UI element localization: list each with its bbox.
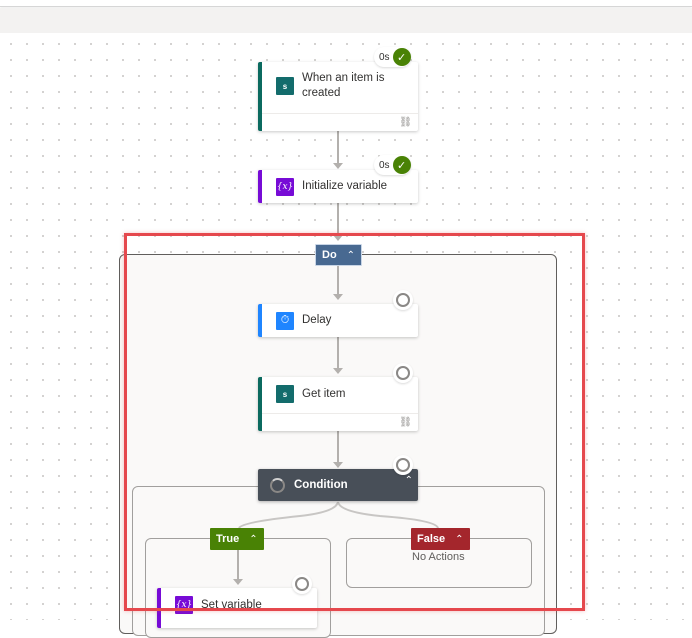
- success-check-icon: ✓: [392, 156, 411, 174]
- do-scope-header[interactable]: Do ⌃: [315, 244, 363, 266]
- chevron-up-icon[interactable]: ⌃: [249, 534, 257, 545]
- trigger-card-when-item-created[interactable]: s When an item is created ⛓: [258, 62, 418, 131]
- init-variable-status-badge: 0s ✓: [374, 155, 411, 175]
- true-branch-header[interactable]: True ⌃: [210, 528, 264, 550]
- no-actions-text: No Actions: [412, 551, 465, 563]
- link-icon[interactable]: ⛓: [399, 417, 412, 428]
- connector: [337, 431, 339, 462]
- false-branch-label: False: [417, 533, 446, 545]
- card-footer: ⛓: [262, 413, 418, 431]
- true-branch-label: True: [216, 533, 240, 545]
- spinner-icon: [270, 477, 285, 493]
- card-title: Get item: [302, 387, 346, 400]
- set-variable-card[interactable]: {x} Set variable: [157, 588, 317, 628]
- variable-icon: {x}: [175, 596, 193, 614]
- card-title: Set variable: [201, 598, 262, 611]
- timer-icon: ⏱: [276, 311, 294, 330]
- chevron-up-icon[interactable]: ⌃: [347, 250, 355, 261]
- connector-arrow: [333, 294, 343, 300]
- chevron-up-icon[interactable]: ⌃: [405, 475, 413, 486]
- sharepoint-icon: s: [276, 385, 294, 403]
- connector: [237, 549, 239, 579]
- sharepoint-icon: s: [276, 77, 294, 95]
- card-title: When an item is created: [302, 72, 385, 99]
- connector: [337, 203, 339, 236]
- get-item-status-pending: [393, 363, 413, 383]
- delay-card[interactable]: ⏱ Delay: [258, 304, 418, 337]
- success-check-icon: ✓: [392, 48, 411, 66]
- condition-title: Condition: [294, 479, 348, 491]
- duration: 0s: [379, 159, 390, 171]
- duration: 0s: [379, 51, 390, 63]
- connector: [337, 337, 339, 369]
- connector-arrow: [333, 163, 343, 169]
- condition-card[interactable]: Condition ⌃: [258, 469, 418, 501]
- get-item-card[interactable]: s Get item ⛓: [258, 377, 418, 431]
- condition-status-pending: [393, 455, 413, 475]
- variable-icon: {x}: [276, 177, 294, 196]
- trigger-status-badge: 0s ✓: [374, 47, 411, 67]
- connector-arrow: [333, 462, 343, 468]
- chevron-up-icon[interactable]: ⌃: [455, 534, 463, 545]
- connector-arrow: [233, 579, 243, 585]
- connector: [337, 131, 339, 164]
- toolbar-strip: [0, 8, 692, 33]
- card-title: Delay: [302, 314, 332, 326]
- do-scope-label: Do: [322, 249, 337, 261]
- connector-arrow: [333, 368, 343, 374]
- set-variable-status-pending: [292, 574, 312, 594]
- delay-status-pending: [393, 290, 413, 310]
- card-footer: ⛓: [262, 113, 418, 131]
- link-icon[interactable]: ⛓: [399, 117, 412, 128]
- card-title: Initialize variable: [302, 180, 388, 192]
- connector-arrow: [333, 235, 343, 241]
- connector: [337, 266, 339, 294]
- false-branch-header[interactable]: False ⌃: [411, 528, 470, 550]
- top-bar: [0, 0, 692, 7]
